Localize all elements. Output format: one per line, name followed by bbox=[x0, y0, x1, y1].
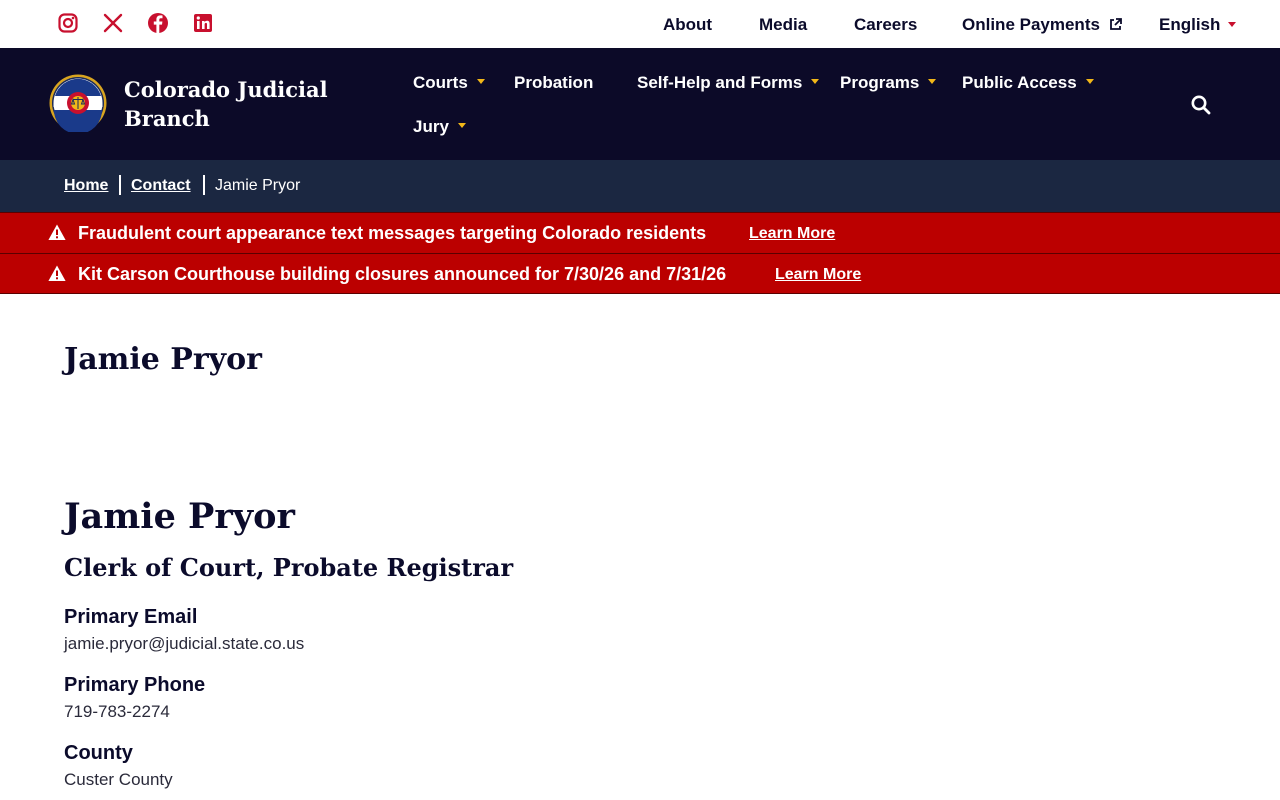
chevron-down-icon bbox=[1085, 79, 1094, 84]
instagram-link[interactable] bbox=[57, 12, 79, 36]
page-title: Jamie Pryor bbox=[64, 342, 262, 377]
nav-item-courts[interactable]: Courts bbox=[413, 73, 485, 93]
search-icon[interactable] bbox=[1190, 94, 1212, 116]
alert-banner: Fraudulent court appearance text message… bbox=[0, 212, 1280, 253]
nav-item-jury[interactable]: Jury bbox=[413, 117, 466, 137]
county-label: County bbox=[64, 742, 133, 764]
breadcrumb: Home Contact Jamie Pryor bbox=[0, 160, 1280, 212]
online-payments-link[interactable]: Online Payments bbox=[962, 15, 1122, 35]
phone-label: Primary Phone bbox=[64, 674, 206, 696]
alert-learn-more-link[interactable]: Learn More bbox=[775, 266, 861, 284]
county-value: Custer County bbox=[64, 770, 173, 789]
utility-bar: About Media Careers Online Payments Engl… bbox=[0, 0, 1280, 48]
alert-banner: Kit Carson Courthouse building closures … bbox=[0, 253, 1280, 294]
email-value-link[interactable]: jamie.pryor@judicial.state.co.us bbox=[64, 634, 304, 654]
breadcrumb-home-link[interactable]: Home bbox=[64, 177, 108, 195]
x-link[interactable] bbox=[102, 12, 124, 36]
warning-icon bbox=[48, 224, 66, 240]
linkedin-link[interactable] bbox=[192, 12, 214, 36]
chevron-down-icon bbox=[476, 79, 485, 84]
breadcrumb-contact-link[interactable]: Contact bbox=[131, 177, 191, 195]
nav-item-label: Public Access bbox=[962, 73, 1077, 92]
nav-item-public-access[interactable]: Public Access bbox=[962, 73, 1094, 93]
nav-item-label: Probation bbox=[514, 73, 594, 92]
alert-message: Kit Carson Courthouse building closures … bbox=[78, 264, 727, 284]
site-brand-name[interactable]: Colorado Judicial Branch bbox=[124, 75, 354, 133]
language-select[interactable]: English bbox=[1159, 15, 1237, 35]
careers-link[interactable]: Careers bbox=[854, 15, 917, 35]
main-navigation: Colorado Judicial Branch Courts Probatio… bbox=[0, 48, 1280, 160]
nav-item-label: Programs bbox=[840, 73, 920, 92]
breadcrumb-current: Jamie Pryor bbox=[215, 177, 301, 194]
chevron-down-icon bbox=[811, 79, 820, 84]
media-link[interactable]: Media bbox=[759, 15, 807, 35]
social-links bbox=[57, 12, 237, 36]
x-icon bbox=[103, 13, 123, 33]
instagram-icon bbox=[58, 13, 78, 33]
about-link[interactable]: About bbox=[663, 15, 712, 35]
external-link-icon bbox=[1109, 18, 1122, 30]
language-label: English bbox=[1159, 15, 1221, 34]
alert-learn-more-link[interactable]: Learn More bbox=[749, 225, 835, 243]
nav-item-self-help-forms[interactable]: Self-Help and Forms bbox=[637, 73, 820, 93]
chevron-down-icon bbox=[928, 79, 937, 84]
alert-message: Fraudulent court appearance text message… bbox=[78, 223, 707, 243]
profile-name: Jamie Pryor bbox=[64, 496, 295, 537]
nav-item-label: Self-Help and Forms bbox=[637, 73, 803, 92]
chevron-down-icon bbox=[457, 123, 466, 128]
profile-position: Clerk of Court, Probate Registrar bbox=[64, 553, 514, 582]
facebook-link[interactable] bbox=[147, 12, 169, 36]
nav-item-probation[interactable]: Probation bbox=[514, 73, 593, 93]
online-payments-label: Online Payments bbox=[962, 15, 1100, 34]
nav-item-label: Courts bbox=[413, 73, 468, 92]
colorado-courts-seal-logo[interactable] bbox=[49, 74, 107, 132]
phone-value-link[interactable]: 719-783-2274 bbox=[64, 702, 170, 722]
email-label: Primary Email bbox=[64, 606, 198, 628]
breadcrumb-divider bbox=[203, 175, 205, 195]
linkedin-icon bbox=[194, 14, 212, 32]
nav-item-programs[interactable]: Programs bbox=[840, 73, 937, 93]
nav-item-label: Jury bbox=[413, 117, 449, 136]
warning-icon bbox=[48, 265, 66, 281]
breadcrumb-divider bbox=[119, 175, 121, 195]
chevron-down-icon bbox=[1228, 22, 1237, 27]
facebook-icon bbox=[148, 13, 168, 33]
